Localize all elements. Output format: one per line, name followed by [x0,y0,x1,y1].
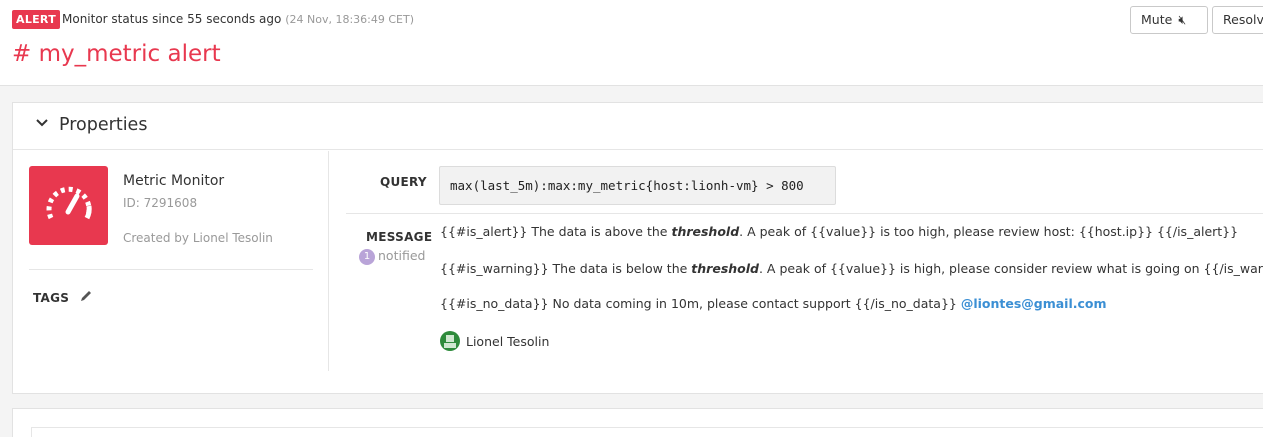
query-label: QUERY [380,175,427,189]
page-title: # my_metric alert [12,41,221,67]
message-text: {{#is_no_data}} No data coming in 10m, p… [440,296,961,311]
properties-title: Properties [59,115,148,135]
monitor-id: ID: 7291608 [123,196,198,210]
message-text: {{#is_alert}} The data is above the [440,224,672,239]
message-line: {{#is_warning}} The data is below the th… [440,261,1263,276]
monitor-details: QUERY max(last_5m):max:my_metric{host:li… [330,151,1263,371]
message-author: Lionel Tesolin [440,331,549,351]
mention-link[interactable]: @liontes@gmail.com [961,296,1107,311]
status-text: Monitor status since 55 seconds ago [62,12,282,26]
message-text: . A peak of {{value}} is too high, pleas… [739,224,1239,239]
divider [29,269,313,270]
query-value: max(last_5m):max:my_metric{host:lionh-vm… [439,166,836,205]
notified-count[interactable]: 1 notified [359,248,425,265]
status-timestamp: (24 Nov, 18:36:49 CET) [285,13,414,26]
message-label: MESSAGE [366,230,433,244]
message-line: {{#is_no_data}} No data coming in 10m, p… [440,296,1107,311]
notified-label: notified [378,248,426,263]
speedometer-icon [29,166,108,245]
monitor-header: ALERT Monitor status since 55 seconds ag… [0,0,1263,86]
next-panel-inner [31,427,1263,437]
monitor-type: Metric Monitor [123,173,225,189]
chevron-down-icon[interactable] [35,115,49,134]
avatar [440,331,460,351]
speaker-mute-icon: 🔇︎ [1178,12,1187,27]
message-emphasis: threshold [671,224,740,239]
resolve-button-label: Resolve [1223,12,1263,27]
properties-panel: Properties Metric Monitor ID: 7291608 Cr… [12,102,1263,394]
alert-status-badge: ALERT [12,10,61,29]
properties-header[interactable]: Properties [13,103,1263,150]
tags-label: TAGS [33,291,70,305]
divider [346,213,1263,214]
mute-button[interactable]: Mute 🔇︎ [1130,6,1208,34]
message-line: {{#is_alert}} The data is above the thre… [440,224,1238,239]
message-text: {{#is_warning}} The data is below the [440,261,692,276]
message-emphasis: threshold [691,261,759,276]
mute-button-label: Mute [1141,12,1173,27]
author-name: Lionel Tesolin [466,334,550,349]
message-text: . A peak of {{value}} is high, please co… [758,261,1263,276]
pencil-icon[interactable] [79,289,93,307]
monitor-creator: Created by Lionel Tesolin [123,231,273,245]
status-line: Monitor status since 55 seconds ago (24 … [62,12,414,26]
resolve-button[interactable]: Resolve [1212,6,1263,34]
next-panel [12,408,1263,437]
monitor-summary: Metric Monitor ID: 7291608 Created by Li… [13,151,329,371]
notified-count-badge: 1 [359,249,375,265]
